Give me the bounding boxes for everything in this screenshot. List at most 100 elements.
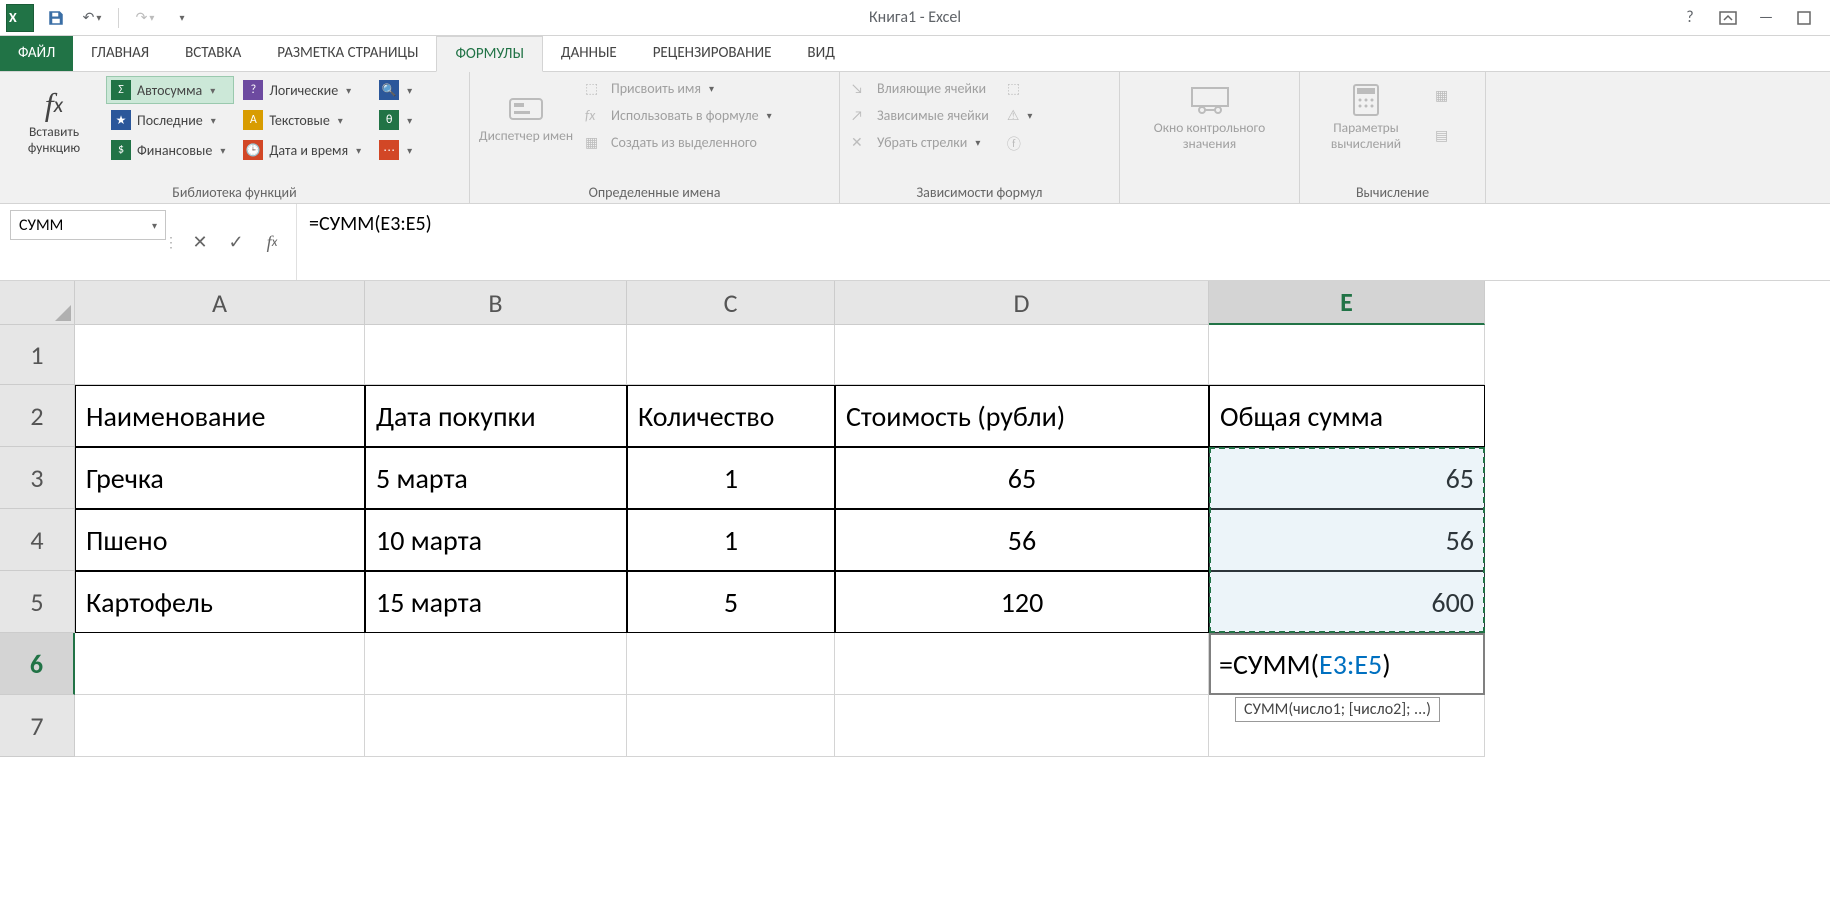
- tab-review[interactable]: РЕЦЕНЗИРОВАНИЕ: [635, 35, 790, 71]
- fx-icon: fx: [45, 84, 63, 124]
- cell-e3[interactable]: 65: [1209, 447, 1485, 509]
- datetime-button[interactable]: 🕒 Дата и время▾: [238, 136, 370, 164]
- show-formulas-button[interactable]: ⬚: [1002, 76, 1042, 101]
- tab-pagelayout[interactable]: РАЗМЕТКА СТРАНИЦЫ: [259, 35, 436, 71]
- more-icon: ⋯: [379, 140, 399, 160]
- column-header-b[interactable]: B: [365, 281, 627, 325]
- undo-button[interactable]: ↶▾: [78, 4, 106, 32]
- evaluate-formula-button[interactable]: ⓕ: [1002, 130, 1042, 158]
- row-header-6[interactable]: 6: [0, 633, 75, 695]
- autosum-button[interactable]: Σ Автосумма▾: [106, 76, 234, 104]
- row-header-3[interactable]: 3: [0, 447, 75, 509]
- tab-file[interactable]: ФАЙЛ: [0, 35, 73, 71]
- cell-c1[interactable]: [627, 325, 835, 385]
- trace-dependents-button[interactable]: ↗ Зависимые ячейки: [846, 103, 998, 128]
- watch-icon: [1190, 80, 1230, 120]
- cell-a4[interactable]: Пшено: [75, 509, 365, 571]
- minimize-button[interactable]: —: [1754, 6, 1778, 30]
- cell-d3[interactable]: 65: [835, 447, 1209, 509]
- insert-function-button[interactable]: fx Вставить функцию: [6, 76, 102, 164]
- more-functions-button[interactable]: ⋯▾: [374, 136, 421, 164]
- lookup-button[interactable]: 🔍▾: [374, 76, 421, 104]
- column-header-e[interactable]: E: [1209, 281, 1485, 325]
- error-check-button[interactable]: ⚠▾: [1002, 103, 1042, 128]
- create-from-selection-button[interactable]: ▦ Создать из выделенного: [580, 130, 781, 155]
- column-header-a[interactable]: A: [75, 281, 365, 325]
- create-icon: ▦: [585, 134, 605, 151]
- cell-a6[interactable]: [75, 633, 365, 695]
- cell-a2[interactable]: Наименование: [75, 385, 365, 447]
- tab-data[interactable]: ДАННЫЕ: [543, 35, 635, 71]
- active-edit-cell[interactable]: =СУММ(E3:E5): [1209, 633, 1485, 695]
- cell-c7[interactable]: [627, 695, 835, 757]
- fx-button[interactable]: fx: [260, 230, 284, 254]
- cell-d5[interactable]: 120: [835, 571, 1209, 633]
- cell-c4[interactable]: 1: [627, 509, 835, 571]
- cell-b6[interactable]: [365, 633, 627, 695]
- qat-customize-button[interactable]: ▾: [167, 4, 195, 32]
- cell-a7[interactable]: [75, 695, 365, 757]
- tab-insert[interactable]: ВСТАВКА: [167, 35, 259, 71]
- cell-a3[interactable]: Гречка: [75, 447, 365, 509]
- cell-d6[interactable]: [835, 633, 1209, 695]
- row-header-7[interactable]: 7: [0, 695, 75, 757]
- create-from-selection-label: Создать из выделенного: [611, 134, 757, 151]
- watch-group-label: [1126, 182, 1293, 201]
- maximize-button[interactable]: [1792, 6, 1816, 30]
- remove-arrows-button[interactable]: ✕ Убрать стрелки▾: [846, 130, 998, 155]
- watch-window-button[interactable]: Окно контрольного значения: [1126, 76, 1293, 155]
- cell-d4[interactable]: 56: [835, 509, 1209, 571]
- math-button[interactable]: θ▾: [374, 106, 421, 134]
- cell-c5[interactable]: 5: [627, 571, 835, 633]
- help-button[interactable]: ?: [1678, 6, 1702, 30]
- recent-label: Последние: [137, 112, 203, 129]
- logical-button[interactable]: ? Логические▾: [238, 76, 370, 104]
- cell-e5[interactable]: 600: [1209, 571, 1485, 633]
- cell-c3[interactable]: 1: [627, 447, 835, 509]
- calculate-now-button[interactable]: ▦: [1430, 83, 1457, 108]
- ribbon-display-button[interactable]: [1716, 6, 1740, 30]
- save-button[interactable]: [42, 4, 70, 32]
- name-box[interactable]: СУММ ▾: [10, 210, 166, 240]
- tab-formulas[interactable]: ФОРМУЛЫ: [436, 36, 542, 72]
- tab-home[interactable]: ГЛАВНАЯ: [73, 35, 167, 71]
- cell-e4[interactable]: 56: [1209, 509, 1485, 571]
- accept-formula-button[interactable]: ✓: [224, 230, 248, 254]
- cell-d7[interactable]: [835, 695, 1209, 757]
- text-button[interactable]: A Текстовые▾: [238, 106, 370, 134]
- recent-functions-button[interactable]: ★ Последние▾: [106, 106, 234, 134]
- tab-view[interactable]: ВИД: [789, 35, 852, 71]
- cell-b5[interactable]: 15 марта: [365, 571, 627, 633]
- row-header-1[interactable]: 1: [0, 325, 75, 385]
- cell-e2[interactable]: Общая сумма: [1209, 385, 1485, 447]
- formula-bar-buttons: ✕ ✓ fx: [176, 204, 296, 280]
- cell-b3[interactable]: 5 марта: [365, 447, 627, 509]
- define-name-button[interactable]: ⬚ Присвоить имя▾: [580, 76, 781, 101]
- row-header-2[interactable]: 2: [0, 385, 75, 447]
- row-header-5[interactable]: 5: [0, 571, 75, 633]
- cell-a1[interactable]: [75, 325, 365, 385]
- column-header-c[interactable]: C: [627, 281, 835, 325]
- cell-b1[interactable]: [365, 325, 627, 385]
- column-header-d[interactable]: D: [835, 281, 1209, 325]
- use-in-formula-button[interactable]: fx Использовать в формуле▾: [580, 103, 781, 128]
- cancel-formula-button[interactable]: ✕: [188, 230, 212, 254]
- use-in-formula-label: Использовать в формуле: [611, 107, 759, 124]
- row-header-4[interactable]: 4: [0, 509, 75, 571]
- formula-input[interactable]: =СУММ(E3:E5): [296, 204, 1830, 280]
- select-all-corner[interactable]: [0, 281, 75, 325]
- financial-button[interactable]: $ Финансовые▾: [106, 136, 234, 164]
- cell-c6[interactable]: [627, 633, 835, 695]
- cell-b7[interactable]: [365, 695, 627, 757]
- trace-precedents-button[interactable]: ↘ Влияющие ячейки: [846, 76, 998, 101]
- calculation-options-button[interactable]: Параметры вычислений: [1306, 76, 1426, 155]
- calculate-sheet-button[interactable]: ▤: [1430, 123, 1457, 148]
- cell-c2[interactable]: Количество: [627, 385, 835, 447]
- cell-b2[interactable]: Дата покупки: [365, 385, 627, 447]
- cell-e1[interactable]: [1209, 325, 1485, 385]
- cell-b4[interactable]: 10 марта: [365, 509, 627, 571]
- cell-d2[interactable]: Стоимость (рубли): [835, 385, 1209, 447]
- cell-a5[interactable]: Картофель: [75, 571, 365, 633]
- cell-d1[interactable]: [835, 325, 1209, 385]
- name-manager-button[interactable]: Диспетчер имен: [476, 76, 576, 155]
